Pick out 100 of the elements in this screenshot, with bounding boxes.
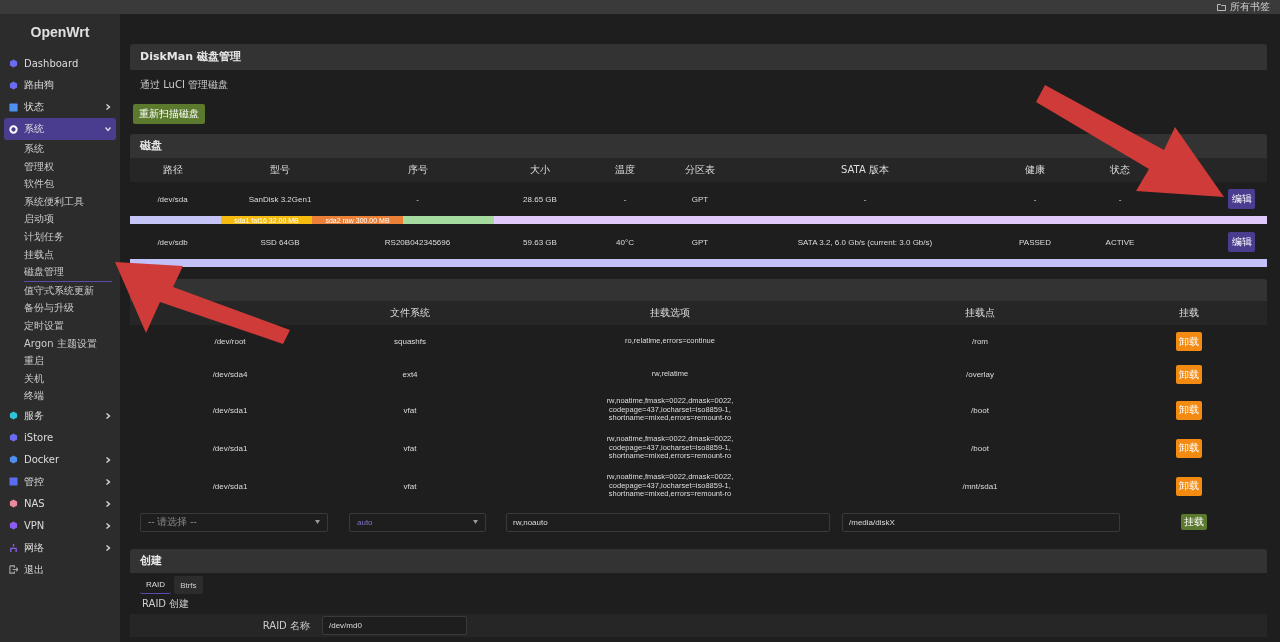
table-cell-text: /dev/sda1 [211, 405, 249, 415]
submenu-item[interactable]: 计划任务 [24, 227, 112, 246]
table-cell-text: /dev/sdb [156, 237, 189, 247]
nav-item[interactable]: 状态 [4, 96, 116, 118]
submenu-item[interactable]: 重启 [24, 352, 112, 370]
nav-item[interactable]: Dashboard [4, 52, 116, 74]
submenu-item[interactable]: 管理权 [24, 157, 112, 176]
table-cell-text: /dev/sda [156, 194, 189, 204]
edit-button[interactable]: 编辑 [1228, 232, 1255, 252]
table-cell-text: vfat [402, 443, 418, 453]
menu-icon [9, 565, 18, 575]
menu-icon [9, 124, 18, 134]
rescan-button[interactable]: 重新扫描磁盘 [133, 104, 205, 124]
table-cell-text: /dev/sda4 [211, 370, 249, 379]
nav-item[interactable]: 管控 [4, 470, 116, 493]
column-header: 温度 [614, 163, 636, 177]
table-cell-text: SanDisk 3.2Gen1 [247, 194, 313, 204]
table-cell-text: - [622, 194, 628, 204]
nav-item[interactable]: 系统 [4, 118, 116, 140]
submenu-item[interactable]: 系统便利工具 [24, 192, 112, 211]
submenu-item[interactable]: 挂载点 [24, 245, 112, 264]
nav-item[interactable]: 网络 [4, 536, 116, 559]
table-cell-text: squashfs [393, 337, 427, 346]
submenu-item[interactable]: 值守式系统更新 [24, 281, 112, 300]
section-title: 磁盘 [130, 134, 1267, 158]
nav-item[interactable]: Docker [4, 448, 116, 471]
column-header: 分区表 [684, 163, 716, 177]
table-cell-text: GPT [690, 237, 710, 247]
table-cell-text: - [862, 194, 868, 204]
column-header: 挂载点 [964, 306, 996, 320]
nav-item[interactable]: 路由狗 [4, 74, 116, 96]
table-cell-text: - [1032, 194, 1038, 204]
device-select[interactable]: -- 请选择 -- [140, 512, 328, 532]
raid-name-field[interactable]: /dev/md0 [322, 616, 467, 635]
table-cell-text: /boot [970, 405, 990, 415]
menu-icon [9, 433, 18, 443]
options-field[interactable]: rw,noauto [506, 512, 830, 532]
edit-button[interactable]: 编辑 [1228, 189, 1255, 209]
dropdown-icon [315, 520, 320, 524]
nav-item[interactable]: iStore [4, 426, 116, 449]
tab[interactable]: Btrfs [174, 576, 203, 594]
table-cell-text: - [1117, 194, 1123, 204]
menu-icon [9, 521, 18, 531]
menu-icon [9, 543, 18, 553]
column-header: 大小 [529, 163, 551, 177]
table-cell-text: /dev/sda1 [211, 481, 249, 491]
menu-icon [9, 411, 18, 421]
column-header: 挂载 [1177, 306, 1200, 320]
column-header: 健康 [1024, 163, 1046, 177]
bookmarks-folder[interactable]: 所有书签 [1217, 2, 1270, 12]
table-cell-text: /rom [971, 337, 989, 346]
table-cell-text: PASSED [1018, 237, 1052, 247]
column-header: 路径 [161, 163, 184, 177]
field-label: RAID 名称 [261, 618, 310, 633]
menu-icon [9, 102, 18, 112]
submenu-item[interactable]: Argon 主题设置 [24, 334, 112, 353]
submenu-item[interactable]: 系统 [24, 140, 112, 158]
folder-icon [1217, 3, 1226, 11]
section-title: 创建 [130, 549, 1267, 573]
submenu-item[interactable]: 终端 [24, 387, 112, 405]
column-header: 文件系统 [389, 306, 431, 320]
table-cell-text: /mnt/sda1 [961, 481, 999, 491]
submenu-item[interactable]: 启动项 [24, 210, 112, 228]
submenu-item[interactable]: 备份与升级 [24, 299, 112, 317]
column-header: 型号 [269, 163, 291, 177]
table-cell-text: - [415, 194, 420, 204]
filesystem-select[interactable]: auto [349, 512, 486, 532]
submenu-item[interactable]: 软件包 [24, 175, 112, 193]
table-cell-text: 28.65 GB [522, 194, 558, 204]
logo: OpenWrt [29, 24, 91, 40]
menu-icon [9, 455, 18, 465]
submenu-item[interactable]: 关机 [24, 369, 112, 388]
column-header: 状态 [1109, 163, 1131, 177]
menu-icon [9, 499, 18, 509]
column-header: 挂载选项 [649, 306, 691, 320]
submenu-item[interactable]: 磁盘管理 [24, 263, 112, 282]
menu-icon [9, 477, 18, 487]
table-cell-text: /overlay [965, 370, 995, 379]
table-cell-text: vfat [402, 481, 418, 491]
table-cell-text: /boot [970, 443, 990, 453]
submenu-item[interactable]: 定时设置 [24, 316, 112, 335]
table-cell-text: vfat [402, 405, 418, 415]
column-header: SATA 版本 [840, 163, 890, 177]
table-cell-text: RS20B042345696 [383, 237, 452, 247]
menu-icon [9, 80, 18, 90]
mount-point-field[interactable]: /media/diskX [842, 512, 1120, 532]
table-cell-text: SATA 3.2, 6.0 Gb/s (current: 3.0 Gb/s) [796, 237, 934, 247]
nav-item[interactable]: 服务 [4, 404, 116, 427]
nav-item[interactable]: 退出 [4, 558, 116, 581]
mount-button[interactable]: 挂载 [1180, 514, 1207, 530]
table-cell-text: GPT [690, 194, 710, 204]
table-cell-text: SSD 64GB [259, 237, 301, 247]
page-description: 通过 LuCI 管理磁盘 [140, 78, 230, 92]
dropdown-icon [473, 520, 478, 524]
table-cell-text: /dev/sda1 [211, 443, 249, 453]
menu-icon [9, 58, 18, 68]
table-cell-text: 40°C [615, 237, 635, 247]
nav-item[interactable]: VPN [4, 514, 116, 537]
column-header: 序号 [406, 163, 429, 177]
nav-item[interactable]: NAS [4, 492, 116, 515]
